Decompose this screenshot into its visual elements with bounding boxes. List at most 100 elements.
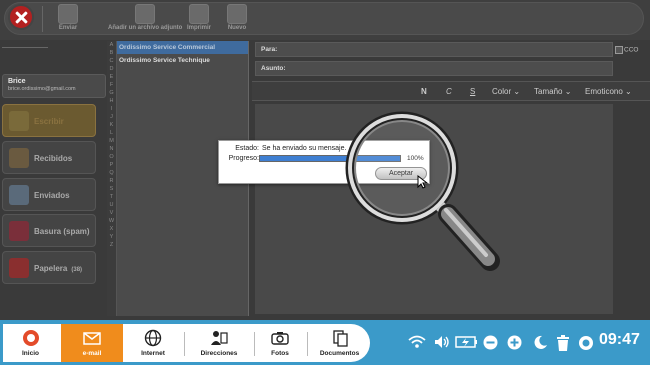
printer-icon [189, 4, 209, 24]
size-dropdown[interactable]: Tamaño ⌄ [534, 87, 571, 96]
help-lifebuoy-icon[interactable] [578, 335, 594, 351]
magnifier-icon [345, 111, 500, 271]
progress-label: Progreso: [228, 155, 259, 162]
alphabet-letter[interactable]: J [107, 113, 116, 121]
send-button[interactable]: Enviar [58, 4, 78, 31]
status-value: Se ha enviado su mensaje. [262, 145, 347, 152]
alphabet-letter[interactable]: L [107, 129, 116, 137]
alphabet-letter[interactable]: M [107, 137, 116, 145]
alphabet-letter[interactable]: Z [107, 241, 116, 249]
alphabet-letter[interactable]: Y [107, 233, 116, 241]
wifi-icon[interactable] [408, 335, 426, 349]
alphabet-letter[interactable]: O [107, 153, 116, 161]
alphabet-letter[interactable]: K [107, 121, 116, 129]
alphabet-letter[interactable]: B [107, 49, 116, 57]
dock-internet[interactable]: Internet [128, 324, 178, 362]
zoom-in-icon[interactable] [507, 335, 522, 350]
folder-inbox[interactable]: Recibidos [2, 141, 96, 174]
italic-button[interactable]: C [446, 87, 452, 96]
moon-icon[interactable] [533, 335, 548, 350]
folder-compose[interactable]: Escribir [2, 104, 96, 137]
color-dropdown[interactable]: Color ⌄ [492, 87, 520, 96]
compose-icon [9, 111, 29, 131]
contacts-icon [211, 331, 228, 345]
to-field[interactable]: Para: [255, 42, 613, 57]
zoom-out-icon[interactable] [483, 335, 498, 350]
alphabet-letter[interactable]: C [107, 57, 116, 65]
print-button[interactable]: Imprimir [187, 4, 211, 31]
toolbar-divider [42, 6, 43, 32]
folder-label: Escribir [34, 117, 64, 126]
dock-divider [254, 332, 255, 356]
alphabet-letter[interactable]: X [107, 225, 116, 233]
contact-item[interactable]: Ordissimo Service Technique [117, 54, 248, 67]
dock-photos[interactable]: Fotos [259, 324, 301, 362]
alphabet-letter[interactable]: N [107, 145, 116, 153]
close-button[interactable] [8, 4, 34, 30]
envelope-icon [83, 332, 101, 345]
send-icon [58, 4, 78, 24]
alphabet-letter[interactable]: F [107, 81, 116, 89]
folder-label: Recibidos [34, 154, 73, 163]
bold-button[interactable]: N [421, 87, 427, 96]
dock-contacts[interactable]: Direcciones [190, 324, 248, 362]
new-button[interactable]: Nuevo [227, 4, 247, 31]
alphabet-letter[interactable]: R [107, 177, 116, 185]
folder-sent[interactable]: Enviados [2, 178, 96, 211]
folder-label: Papelera (38) [34, 264, 83, 273]
status-label: Estado: [235, 145, 259, 152]
folder-label: Basura (spam) [34, 227, 90, 236]
documents-icon [332, 330, 348, 347]
alphabet-index[interactable]: ABCDEFGHIJKLMNOPQRSTUVWXYZ [107, 41, 116, 316]
alphabet-letter[interactable]: E [107, 73, 116, 81]
home-icon [22, 330, 39, 346]
alphabet-letter[interactable]: G [107, 89, 116, 97]
alphabet-letter[interactable]: T [107, 193, 116, 201]
user-account[interactable]: Brice brice.ordissimo@gmail.com [2, 74, 106, 98]
dock-home[interactable]: Inicio [8, 324, 53, 362]
cco-checkbox[interactable]: CCO [615, 46, 638, 54]
app-dock: Inicio e-mail Internet Direcciones Fotos… [3, 324, 370, 362]
spam-icon [9, 221, 29, 241]
underline-button[interactable]: S [470, 87, 475, 96]
format-toolbar: N C S Color ⌄ Tamaño ⌄ Emoticono ⌄ [252, 81, 650, 101]
volume-icon[interactable] [434, 335, 450, 349]
alphabet-letter[interactable]: S [107, 185, 116, 193]
user-name: Brice [8, 78, 26, 85]
dock-email[interactable]: e-mail [61, 324, 123, 362]
mouse-cursor-icon [417, 175, 429, 189]
alphabet-letter[interactable]: W [107, 217, 116, 225]
trash-can-icon[interactable] [556, 335, 570, 351]
user-email: brice.ordissimo@gmail.com [8, 86, 76, 92]
sent-icon [9, 185, 29, 205]
attach-button[interactable]: Añadir un archivo adjunto [108, 4, 182, 31]
emoticon-dropdown[interactable]: Emoticono ⌄ [585, 87, 632, 96]
alphabet-letter[interactable]: I [107, 105, 116, 113]
trash-icon [9, 258, 29, 278]
alphabet-letter[interactable]: U [107, 201, 116, 209]
subject-field[interactable]: Asunto: [255, 61, 613, 76]
toolbar-pill [4, 2, 644, 35]
globe-icon [144, 329, 162, 347]
camera-icon [271, 332, 289, 345]
battery-icon[interactable] [455, 335, 479, 349]
taskbar: Inicio e-mail Internet Direcciones Fotos… [0, 320, 650, 365]
inbox-icon [9, 148, 29, 168]
folder-spam[interactable]: Basura (spam) [2, 214, 96, 247]
alphabet-letter[interactable]: D [107, 65, 116, 73]
dock-documents[interactable]: Documentos [312, 324, 367, 362]
alphabet-letter[interactable]: H [107, 97, 116, 105]
folder-trash[interactable]: Papelera (38) [2, 251, 96, 284]
alphabet-letter[interactable]: A [107, 41, 116, 49]
alphabet-letter[interactable]: Q [107, 169, 116, 177]
toolbar-left-box [2, 30, 48, 48]
contact-item[interactable]: Ordissimo Service Commercial [117, 41, 248, 54]
checkbox-icon [615, 46, 623, 54]
folder-label: Enviados [34, 191, 70, 200]
paperclip-icon [135, 4, 156, 24]
clock: 09:47 [599, 331, 640, 348]
dock-divider [307, 332, 308, 356]
alphabet-letter[interactable]: P [107, 161, 116, 169]
alphabet-letter[interactable]: V [107, 209, 116, 217]
new-document-icon [227, 4, 247, 24]
